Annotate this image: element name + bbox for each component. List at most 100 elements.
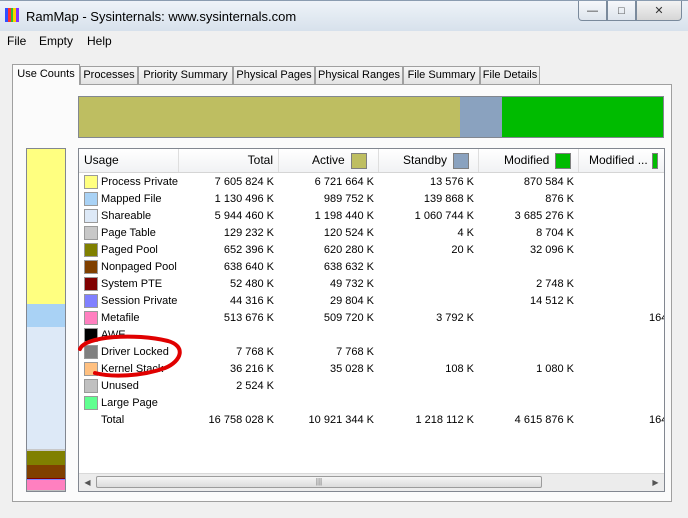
horizontal-scrollbar[interactable]: ◀ ||| ▶ <box>79 473 664 491</box>
modified-cell: 32 096 K <box>529 244 574 256</box>
table-row[interactable]: Unused 2 524 K <box>79 378 664 395</box>
table-row[interactable]: Large Page <box>79 395 664 412</box>
usage-color-swatch <box>84 260 98 274</box>
tab-physical-pages[interactable]: Physical Pages <box>233 66 315 84</box>
column-label-modified-no-write: Modified ... <box>589 153 648 167</box>
title-bar[interactable]: RamMap - Sysinternals: www.sysinternals.… <box>0 1 688 31</box>
usage-color-swatch <box>84 243 98 257</box>
sidebar-segment-mapped-file <box>27 304 65 328</box>
usage-name-cell: Mapped File <box>101 193 162 205</box>
standby-cell: 3 792 K <box>436 312 474 324</box>
table-row[interactable]: Mapped File 1 130 496 K 989 752 K 139 868 K… <box>79 191 664 208</box>
usage-color-swatch <box>84 362 98 376</box>
tab-processes[interactable]: Processes <box>80 66 138 84</box>
active-cell <box>279 395 374 412</box>
column-label-usage: Usage <box>84 153 119 167</box>
total-cell: 5 944 460 K <box>214 210 274 222</box>
modified-cell <box>479 378 574 395</box>
scroll-left-icon: ◀ <box>84 478 91 487</box>
table-row[interactable]: AWE <box>79 327 664 344</box>
table-row[interactable]: Nonpaged Pool 638 640 K 638 632 K <box>79 259 664 276</box>
column-header-usage[interactable]: Usage <box>79 149 179 172</box>
sidebar-segment-shareable <box>27 327 65 449</box>
standby-cell <box>379 344 474 361</box>
usage-name-cell: Kernel Stack <box>101 363 164 375</box>
usage-summary-bar <box>78 96 664 138</box>
modified-nw-cell <box>649 259 664 276</box>
menu-empty[interactable]: Empty <box>39 34 73 48</box>
total-cell: 16 758 028 K <box>208 414 274 426</box>
modified-nw-cell <box>649 191 664 208</box>
menu-file[interactable]: File <box>7 34 26 48</box>
standby-cell <box>379 293 474 310</box>
standby-color-swatch <box>453 152 470 169</box>
column-header-active[interactable]: Active <box>279 149 379 172</box>
modified-nw-cell <box>649 208 664 225</box>
tab-priority-summary[interactable]: Priority Summary <box>138 66 233 84</box>
modified-nw-cell <box>649 242 664 259</box>
usage-name-cell: Paged Pool <box>101 244 158 256</box>
scroll-left-button[interactable]: ◀ <box>79 474 96 491</box>
table-row[interactable]: Session Private 44 316 K 29 804 K 14 512 K <box>79 293 664 310</box>
standby-cell: 139 868 K <box>423 193 474 205</box>
rammap-window: RamMap - Sysinternals: www.sysinternals.… <box>0 0 688 518</box>
column-header-total[interactable]: Total <box>179 149 279 172</box>
usage-color-swatch <box>84 209 98 223</box>
table-row[interactable]: Shareable 5 944 460 K 1 198 440 K 1 060 744… <box>79 208 664 225</box>
tab-file-details[interactable]: File Details <box>480 66 540 84</box>
usage-color-swatch <box>84 379 98 393</box>
total-cell: 638 640 K <box>223 261 274 273</box>
active-cell: 49 732 K <box>329 278 374 290</box>
standby-cell: 20 K <box>451 244 474 256</box>
modified-cell: 8 704 K <box>536 227 574 239</box>
table-row[interactable]: Kernel Stack 36 216 K 35 028 K 108 K 1 080 K <box>79 361 664 378</box>
maximize-icon: □ <box>618 4 625 17</box>
table-row[interactable]: Total 16 758 028 K 10 921 344 K 1 218 112 K… <box>79 412 664 429</box>
modified-nw-cell: 164 <box>649 312 664 324</box>
active-cell <box>279 327 374 344</box>
column-header-modified[interactable]: Modified <box>479 149 579 172</box>
tab-physical-ranges[interactable]: Physical Ranges <box>315 66 403 84</box>
active-cell: 620 280 K <box>323 244 374 256</box>
table-row[interactable]: System PTE 52 480 K 49 732 K 2 748 K <box>79 276 664 293</box>
modified-nw-cell <box>649 344 664 361</box>
usage-bar-segment-active <box>79 97 460 137</box>
modified-cell <box>479 327 574 344</box>
usage-name-cell: Metafile <box>101 312 140 324</box>
usage-name-cell: Total <box>101 414 125 426</box>
table-row[interactable]: Driver Locked 7 768 K 7 768 K <box>79 344 664 361</box>
scroll-right-button[interactable]: ▶ <box>647 474 664 491</box>
column-header-standby[interactable]: Standby <box>379 149 479 172</box>
scroll-thumb[interactable]: ||| <box>96 476 542 488</box>
modified-nw-cell <box>649 276 664 293</box>
usage-color-swatch <box>84 396 98 410</box>
usage-name-cell: Process Private <box>101 176 179 188</box>
total-cell: 52 480 K <box>229 278 274 290</box>
table-row[interactable]: Page Table 129 232 K 120 524 K 4 K 8 704 K <box>79 225 664 242</box>
tab-use-counts[interactable]: Use Counts <box>12 64 80 85</box>
table-row[interactable]: Paged Pool 652 396 K 620 280 K 20 K 32 096 K <box>79 242 664 259</box>
minimize-button[interactable]: — <box>578 1 607 21</box>
total-cell: 2 524 K <box>236 380 274 392</box>
sidebar-segment-unused <box>27 490 65 491</box>
total-cell: 36 216 K <box>229 363 274 375</box>
total-cell: 7 768 K <box>236 346 274 358</box>
column-header-modified-no-write[interactable]: Modified ... <box>579 149 664 172</box>
tab-file-summary[interactable]: File Summary <box>403 66 480 84</box>
modified-cell: 14 512 K <box>529 295 574 307</box>
close-button[interactable]: ✕ <box>636 1 682 21</box>
menu-help[interactable]: Help <box>87 34 112 48</box>
active-cell <box>279 378 374 395</box>
sidebar-segment-process-private <box>27 149 65 305</box>
use-counts-list: Usage Total Active Standby Modified Modi… <box>78 148 665 492</box>
table-row[interactable]: Metafile 513 676 K 509 720 K 3 792 K 164 <box>79 310 664 327</box>
standby-cell: 108 K <box>445 363 474 375</box>
total-cell: 1 130 496 K <box>214 193 274 205</box>
sidebar-segment-metafile <box>27 479 65 491</box>
maximize-button[interactable]: □ <box>607 1 636 21</box>
column-label-total: Total <box>247 153 273 167</box>
close-icon: ✕ <box>654 5 664 17</box>
column-label-standby: Standby <box>403 153 448 167</box>
usage-name-cell: Shareable <box>101 210 152 222</box>
table-row[interactable]: Process Private 7 605 824 K 6 721 664 K 13 … <box>79 174 664 191</box>
